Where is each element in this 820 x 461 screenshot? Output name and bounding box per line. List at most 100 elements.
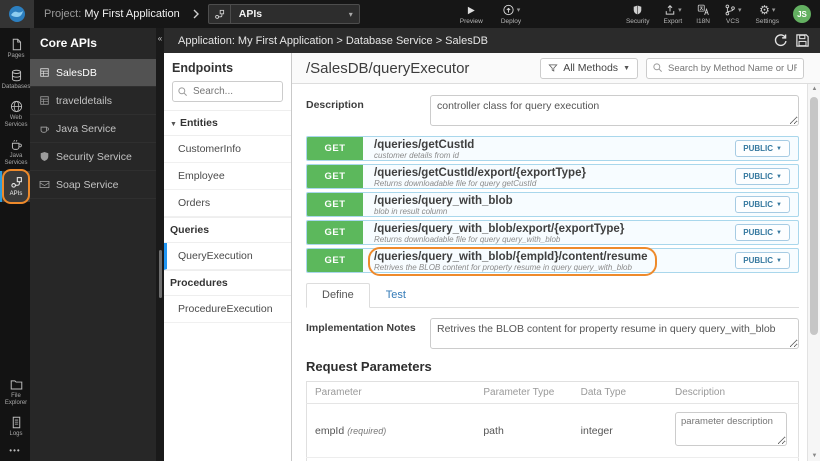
method-badge: GET [307,137,363,160]
endpoint-item-procedureexecution[interactable]: ProcedureExecution [164,296,291,323]
core-apis-title: Core APIs [40,36,97,50]
workspace-selector-dropdown[interactable]: APIs ▾ [207,4,360,24]
detail-tabs: Define Test [306,282,799,308]
visibility-dropdown[interactable]: PUBLIC ▼ [735,224,790,241]
endpoint-row[interactable]: GET /queries/getCustId/export/{exportTyp… [306,164,799,189]
folder-icon [10,380,22,390]
play-icon [466,4,476,17]
save-icon[interactable] [795,33,810,48]
log-file-icon [12,416,20,429]
section-entities[interactable]: ▼ Entities [164,110,291,136]
icon-sidebar: Pages Databases Web Services Java Servic… [0,28,30,461]
caret-down-icon: ▼ [776,257,782,264]
endpoint-path: /queries/query_with_blob/{empId}/content… [374,250,648,263]
preview-button[interactable]: Preview [460,4,483,25]
implementation-notes-label: Implementation Notes [306,322,416,334]
i18n-button[interactable]: I18N [696,4,710,25]
sidebar-more-button[interactable]: ••• [0,442,30,461]
sidebar-item-pages[interactable]: Pages [0,33,30,64]
endpoint-row[interactable]: GET /queries/query_with_blob blob in res… [306,192,799,217]
scrollbar-thumb[interactable] [810,97,818,335]
core-api-item-salesdb[interactable]: SalesDB [30,59,156,87]
endpoint-item-queryexecution[interactable]: QueryExecution [164,243,291,270]
endpoint-item-orders[interactable]: Orders [164,190,291,217]
endpoints-panel: Endpoints ▼Entities CustomerInfo Employe… [164,53,292,461]
endpoint-row[interactable]: GET /queries/getCustId customer details … [306,136,799,161]
tab-define[interactable]: Define [306,283,370,308]
settings-button[interactable]: ⚙ ▾ Settings [756,4,780,25]
endpoint-path: /queries/query_with_blob/export/{exportT… [374,222,625,235]
scroll-up-icon[interactable]: ▲ [808,86,820,92]
sidebar-item-file-explorer[interactable]: File Explorer [0,373,30,411]
endpoint-path: /queries/getCustId [374,138,475,151]
param-description-textarea[interactable] [675,412,788,446]
required-flag: (required) [347,425,387,436]
top-bar: Project: My First Application APIs ▾ Pre… [0,0,820,28]
coffee-icon [39,123,50,134]
visibility-dropdown[interactable]: PUBLIC ▼ [735,140,790,157]
tab-test[interactable]: Test [370,283,422,308]
visibility-dropdown[interactable]: PUBLIC ▼ [735,196,790,213]
endpoint-item-customerinfo[interactable]: CustomerInfo [164,136,291,163]
collapse-panel-icon[interactable]: « [156,34,164,43]
core-api-item-traveldetails[interactable]: traveldetails [30,87,156,115]
user-avatar[interactable]: JS [793,5,811,23]
deploy-button[interactable]: ▾ Deploy [501,4,521,25]
caret-down-icon: ▼ [776,201,782,208]
globe-icon [10,100,22,113]
section-procedures[interactable]: Procedures [164,270,291,296]
main-scrollbar[interactable]: ▲ ▼ [807,84,820,461]
endpoint-row[interactable]: GET /queries/query_with_blob/export/{exp… [306,220,799,245]
project-name: My First Application [84,8,180,20]
export-button[interactable]: ▾ Export [663,4,682,25]
endpoint-summary: Returns downloadable file for query getC… [374,178,537,188]
security-button[interactable]: Security [626,4,649,25]
project-breadcrumb: Project: My First Application [44,8,180,20]
section-queries[interactable]: Queries [164,217,291,243]
endpoint-summary: Retrives the BLOB content for property r… [374,262,632,272]
implementation-notes-textarea[interactable]: Retrives the BLOB content for property r… [430,318,799,349]
sidebar-item-java-services[interactable]: Java Services [0,133,30,171]
endpoint-summary: Returns downloadable file for query quer… [374,234,561,244]
endpoint-row-selected[interactable]: GET /queries/query_with_blob/{empId}/con… [306,246,799,276]
vcs-button[interactable]: ▾ VCS [724,4,742,25]
apis-icon [10,177,22,188]
sidebar-item-databases[interactable]: Databases [0,64,30,95]
caret-down-icon: ▼ [776,173,782,180]
core-api-item-java-service[interactable]: Java Service [30,115,156,143]
caret-down-icon: ▼ [776,145,782,152]
database-icon [39,95,50,106]
chevron-down-icon: ▾ [737,7,742,14]
description-textarea[interactable]: controller class for query execution [430,95,799,126]
caret-down-icon: ▼ [170,121,177,128]
apis-icon [209,5,231,23]
divider-scrollbar-thumb[interactable] [158,250,162,298]
sidebar-item-apis[interactable]: APIs [0,169,30,204]
shield-icon [632,4,643,17]
app-logo[interactable] [0,0,34,28]
param-data-type: boolean [573,458,667,461]
database-icon [11,69,21,82]
method-badge: GET [307,165,363,188]
methods-filter-dropdown[interactable]: All Methods ▼ [540,57,638,79]
scroll-down-icon[interactable]: ▼ [808,453,820,459]
core-api-item-security-service[interactable]: Security Service [30,143,156,171]
endpoints-search-input[interactable] [172,81,283,102]
refresh-icon[interactable] [773,33,788,48]
visibility-dropdown[interactable]: PUBLIC ▼ [735,252,790,269]
endpoint-path: /queries/getCustId/export/{exportType} [374,166,586,179]
core-api-item-soap-service[interactable]: Soap Service [30,171,156,199]
endpoint-summary: customer details from id [374,150,459,160]
endpoint-item-employee[interactable]: Employee [164,163,291,190]
visibility-dropdown[interactable]: PUBLIC ▼ [735,168,790,185]
main-panel: /SalesDB/queryExecutor All Methods ▼ Sea… [292,53,820,461]
method-badge: GET [307,193,363,216]
sidebar-item-logs[interactable]: Logs [0,411,30,442]
method-search-input[interactable] [646,57,804,79]
page-title: /SalesDB/queryExecutor [306,59,470,77]
column-header-parameter: Parameter [306,381,476,404]
database-icon [39,67,50,78]
export-icon [664,4,676,16]
sidebar-item-web-services[interactable]: Web Services [0,95,30,133]
